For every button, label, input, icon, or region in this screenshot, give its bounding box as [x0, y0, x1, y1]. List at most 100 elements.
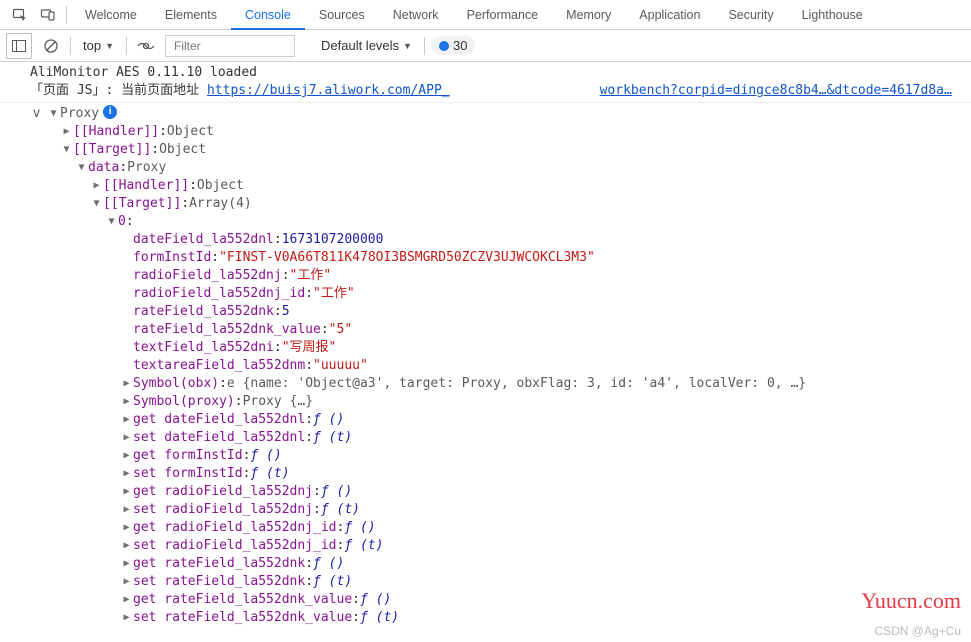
tree-row[interactable]: get radioField_la552dnj_id: ƒ () — [30, 519, 971, 537]
disclosure-triangle-icon[interactable] — [120, 411, 133, 429]
disclosure-triangle-icon[interactable] — [120, 501, 133, 519]
disclosure-triangle-icon[interactable] — [120, 555, 133, 573]
levels-label: Default levels — [321, 38, 399, 53]
value: Array(4) — [189, 195, 252, 213]
tree-row[interactable]: [[Target]]: Array(4) — [30, 195, 971, 213]
tab-performance[interactable]: Performance — [453, 0, 553, 30]
tab-lighthouse[interactable]: Lighthouse — [788, 0, 877, 30]
disclosure-triangle-icon[interactable] — [120, 375, 133, 393]
key: [[Handler]] — [73, 123, 159, 141]
value: ƒ (t) — [321, 501, 360, 519]
log-message: AliMonitor AES 0.11.10 loaded — [0, 64, 971, 82]
tree-row[interactable]: radioField_la552dnj: "工作" — [30, 267, 971, 285]
clear-console-icon[interactable] — [38, 33, 64, 59]
disclosure-triangle-icon[interactable] — [90, 195, 103, 213]
key: set rateField_la552dnk — [133, 573, 305, 591]
tree-row[interactable]: v Proxy i — [30, 105, 971, 123]
disclosure-triangle-icon[interactable] — [120, 537, 133, 555]
tree-row[interactable]: dateField_la552dnl: 1673107200000 — [30, 231, 971, 249]
tab-application[interactable]: Application — [625, 0, 714, 30]
key: [[Handler]] — [103, 177, 189, 195]
context-selector[interactable]: top ▼ — [77, 35, 120, 57]
key: dateField_la552dnl — [133, 231, 274, 249]
key: get radioField_la552dnj — [133, 483, 313, 501]
log-message: 「页面 JS」: 当前页面地址 https://buisj7.aliwork.c… — [0, 82, 971, 103]
disclosure-triangle-icon[interactable] — [75, 159, 88, 177]
disclosure-triangle-icon[interactable] — [60, 123, 73, 141]
value: ƒ () — [313, 411, 344, 429]
tree-row[interactable]: get rateField_la552dnk: ƒ () — [30, 555, 971, 573]
tree-row[interactable]: set formInstId: ƒ (t) — [30, 465, 971, 483]
tree-row[interactable]: Symbol(proxy): Proxy {…} — [30, 393, 971, 411]
tree-row[interactable]: rateField_la552dnk_value: "5" — [30, 321, 971, 339]
key: get formInstId — [133, 447, 243, 465]
disclosure-triangle-icon[interactable] — [60, 141, 73, 159]
disclosure-triangle-icon[interactable] — [120, 573, 133, 591]
tree-row[interactable]: get formInstId: ƒ () — [30, 447, 971, 465]
separator — [424, 37, 425, 55]
disclosure-triangle-icon[interactable] — [120, 447, 133, 465]
disclosure-triangle-icon[interactable] — [120, 465, 133, 483]
tab-sources[interactable]: Sources — [305, 0, 379, 30]
tree-row[interactable]: formInstId: "FINST-V0A66T811K478OI3BSMGR… — [30, 249, 971, 267]
disclosure-triangle-icon[interactable] — [120, 393, 133, 411]
info-icon[interactable]: i — [103, 105, 117, 119]
tab-network[interactable]: Network — [379, 0, 453, 30]
device-toggle-icon[interactable] — [34, 1, 62, 29]
tab-welcome[interactable]: Welcome — [71, 0, 151, 30]
tab-memory[interactable]: Memory — [552, 0, 625, 30]
tree-row[interactable]: rateField_la552dnk: 5 — [30, 303, 971, 321]
value: ƒ () — [313, 555, 344, 573]
inspect-icon[interactable] — [6, 1, 34, 29]
tree-row[interactable]: textField_la552dni: "写周报" — [30, 339, 971, 357]
tab-elements[interactable]: Elements — [151, 0, 231, 30]
tree-row[interactable]: set dateField_la552dnl: ƒ (t) — [30, 429, 971, 447]
tab-console[interactable]: Console — [231, 0, 305, 30]
disclosure-triangle-icon[interactable] — [120, 591, 133, 609]
disclosure-triangle-icon[interactable] — [90, 177, 103, 195]
filter-input[interactable] — [165, 35, 295, 57]
value: ƒ (t) — [344, 537, 383, 555]
tree-row[interactable]: get rateField_la552dnk_value: ƒ () — [30, 591, 971, 609]
log-levels-dropdown[interactable]: Default levels ▼ — [315, 38, 418, 53]
key: get rateField_la552dnk_value — [133, 591, 352, 609]
tree-row[interactable]: [[Handler]]: Object — [30, 123, 971, 141]
issues-badge[interactable]: 30 — [431, 36, 475, 55]
log-url-link[interactable]: workbench?corpid=dingce8c8b4…&dtcode=461… — [600, 83, 952, 98]
disclosure-triangle-icon[interactable] — [47, 105, 60, 123]
console-toolbar: top ▼ Default levels ▼ 30 — [0, 30, 971, 62]
value: "工作" — [313, 285, 355, 303]
disclosure-triangle-icon[interactable] — [120, 609, 133, 627]
key: formInstId — [133, 249, 211, 267]
devtools-tab-bar: Welcome Elements Console Sources Network… — [0, 0, 971, 30]
value: ƒ () — [344, 519, 375, 537]
tree-row[interactable]: [[Handler]]: Object — [30, 177, 971, 195]
log-url-link[interactable]: https://buisj7.aliwork.com/APP_ — [207, 83, 450, 98]
tree-row[interactable]: 0: — [30, 213, 971, 231]
tab-security[interactable]: Security — [714, 0, 787, 30]
disclosure-triangle-icon[interactable] — [120, 519, 133, 537]
tree-row[interactable]: get dateField_la552dnl: ƒ () — [30, 411, 971, 429]
tree-row[interactable]: Symbol(obx): e {name: 'Object@a3', targe… — [30, 375, 971, 393]
object-tree: v Proxy i [[Handler]]: Object [[Target]]… — [0, 105, 971, 627]
tree-row[interactable]: set rateField_la552dnk_value: ƒ (t) — [30, 609, 971, 627]
tree-row[interactable]: textareaField_la552dnm: "uuuuu" — [30, 357, 971, 375]
tree-row[interactable]: set rateField_la552dnk: ƒ (t) — [30, 573, 971, 591]
disclosure-triangle-icon[interactable] — [105, 213, 118, 231]
disclosure-triangle-icon[interactable] — [120, 483, 133, 501]
key: get radioField_la552dnj_id — [133, 519, 337, 537]
tree-row[interactable]: set radioField_la552dnj_id: ƒ (t) — [30, 537, 971, 555]
key: 0 — [118, 213, 126, 231]
key: set radioField_la552dnj — [133, 501, 313, 519]
value: ƒ () — [360, 591, 391, 609]
tree-row[interactable]: get radioField_la552dnj: ƒ () — [30, 483, 971, 501]
tree-row[interactable]: [[Target]]: Object — [30, 141, 971, 159]
tree-row[interactable]: data: Proxy — [30, 159, 971, 177]
value: Proxy {…} — [243, 393, 313, 411]
tree-row[interactable]: set radioField_la552dnj: ƒ (t) — [30, 501, 971, 519]
tree-row[interactable]: radioField_la552dnj_id: "工作" — [30, 285, 971, 303]
disclosure-triangle-icon[interactable] — [120, 429, 133, 447]
chevron-down-icon: ▼ — [403, 41, 412, 51]
live-expression-icon[interactable] — [133, 33, 159, 59]
sidebar-toggle-icon[interactable] — [6, 33, 32, 59]
